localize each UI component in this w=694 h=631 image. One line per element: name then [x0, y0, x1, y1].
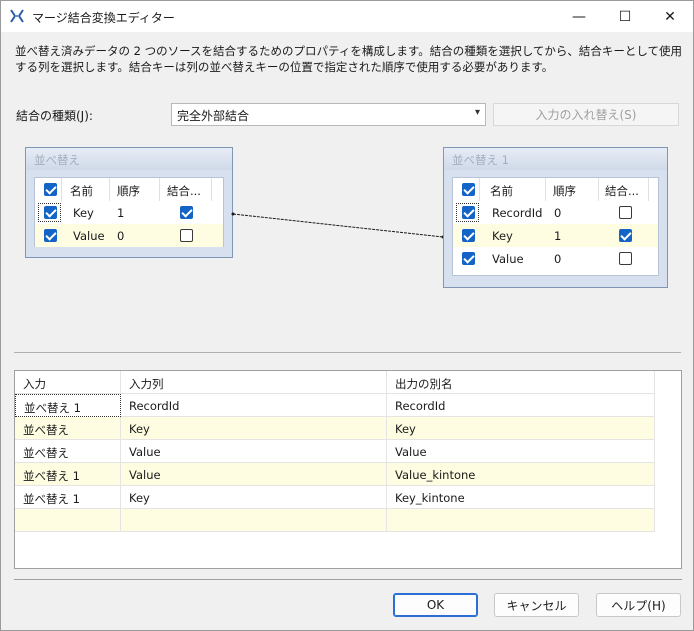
grid-cell-input[interactable]: 並べ替え 1 — [15, 486, 121, 509]
right-source-node[interactable]: 並べ替え 1 名前 順序 結合... RecordId 0 Key 1 Valu… — [443, 147, 668, 288]
right-select-all-checkbox[interactable] — [462, 183, 475, 196]
grid-row[interactable]: 並べ替え 1 Value Value_kintone — [15, 463, 655, 486]
right-row-checkbox[interactable] — [462, 229, 475, 242]
footer-divider — [14, 579, 682, 580]
grid-cell-output-alias[interactable]: Key_kintone — [387, 486, 655, 509]
right-table-header: 名前 順序 結合... — [453, 178, 658, 201]
right-row-name: Key — [492, 229, 513, 243]
grid-new-row[interactable] — [15, 509, 655, 532]
grid-cell-input-column[interactable]: Value — [121, 440, 387, 463]
grid-cell-output-alias[interactable] — [387, 509, 655, 532]
join-type-select[interactable]: 完全外部結合 ▾ — [171, 103, 486, 126]
swap-inputs-button[interactable]: 入力の入れ替え(S) — [493, 103, 679, 126]
grid-cell-input-column[interactable]: Value — [121, 463, 387, 486]
right-header-order: 順序 — [553, 184, 576, 198]
grid-cell-input[interactable] — [15, 509, 121, 532]
grid-cell-input-column[interactable]: Key — [121, 417, 387, 440]
grid-cell-input-column[interactable]: Key — [121, 486, 387, 509]
grid-cell-input-column[interactable]: RecordId — [121, 394, 387, 417]
right-row-join-checkbox[interactable] — [619, 229, 632, 242]
grid-cell-input[interactable]: 並べ替え 1 — [15, 394, 121, 417]
grid-row[interactable]: 並べ替え Key Key — [15, 417, 655, 440]
right-table-row[interactable]: RecordId 0 — [453, 201, 658, 224]
description-text: 並べ替え済みデータの 2 つのソースを結合するためのプロパティを構成します。結合… — [15, 44, 683, 74]
grid-cell-output-alias[interactable]: Value — [387, 440, 655, 463]
cancel-button[interactable]: キャンセル — [494, 593, 579, 617]
right-table-row[interactable]: Key 1 — [453, 224, 658, 247]
grid-cell-output-alias[interactable]: Key — [387, 417, 655, 440]
minimize-button[interactable]: — — [556, 1, 602, 32]
title-bar: マージ結合変換エディター — ☐ ✕ — [1, 1, 693, 32]
maximize-button[interactable]: ☐ — [602, 1, 648, 32]
grid-cell-input[interactable]: 並べ替え — [15, 417, 121, 440]
right-row-order: 0 — [554, 252, 562, 266]
grid-row[interactable]: 並べ替え 1 RecordId RecordId — [15, 394, 655, 417]
right-row-order: 0 — [554, 206, 562, 220]
grid-cell-input[interactable]: 並べ替え 1 — [15, 463, 121, 486]
right-row-checkbox[interactable] — [462, 206, 475, 219]
right-row-name: RecordId — [492, 206, 543, 220]
canvas-divider — [14, 352, 681, 353]
close-button[interactable]: ✕ — [647, 1, 693, 32]
right-row-join-checkbox[interactable] — [619, 252, 632, 265]
right-source-title: 並べ替え 1 — [444, 148, 667, 170]
window-title: マージ結合変換エディター — [32, 11, 175, 25]
output-columns-grid[interactable]: 入力 入力列 出力の別名 並べ替え 1 RecordId RecordId 並べ… — [14, 370, 682, 569]
right-row-join-checkbox[interactable] — [619, 206, 632, 219]
grid-header-input: 入力 — [15, 371, 121, 394]
help-button[interactable]: ヘルプ(H) — [596, 593, 681, 617]
right-row-name: Value — [492, 252, 524, 266]
grid-header-output-alias: 出力の別名 — [387, 371, 655, 394]
merge-join-icon — [10, 9, 24, 23]
join-type-label: 結合の種類(J): — [16, 109, 93, 123]
right-source-table: 名前 順序 結合... RecordId 0 Key 1 Value 0 — [452, 177, 659, 276]
grid-row[interactable]: 並べ替え 1 Key Key_kintone — [15, 486, 655, 509]
right-header-name: 名前 — [490, 184, 513, 198]
grid-cell-output-alias[interactable]: Value_kintone — [387, 463, 655, 486]
dialog-window: マージ結合変換エディター — ☐ ✕ 並べ替え済みデータの 2 つのソースを結合… — [0, 0, 694, 631]
grid-header-input-column: 入力列 — [121, 371, 387, 394]
right-header-join: 結合... — [605, 184, 639, 198]
right-row-checkbox[interactable] — [462, 252, 475, 265]
right-table-row[interactable]: Value 0 — [453, 247, 658, 270]
grid-header-row: 入力 入力列 出力の別名 — [15, 371, 655, 394]
grid-row[interactable]: 並べ替え Value Value — [15, 440, 655, 463]
join-type-value: 完全外部結合 — [177, 109, 250, 123]
grid-cell-input[interactable]: 並べ替え — [15, 440, 121, 463]
grid-cell-output-alias[interactable]: RecordId — [387, 394, 655, 417]
right-row-order: 1 — [554, 229, 562, 243]
grid-cell-input-column[interactable] — [121, 509, 387, 532]
chevron-down-icon: ▾ — [474, 107, 480, 118]
join-design-canvas: 並べ替え 名前 順序 結合... Key 1 Value 0 並べ替え 1 名前… — [14, 135, 681, 353]
ok-button[interactable]: OK — [393, 593, 478, 617]
